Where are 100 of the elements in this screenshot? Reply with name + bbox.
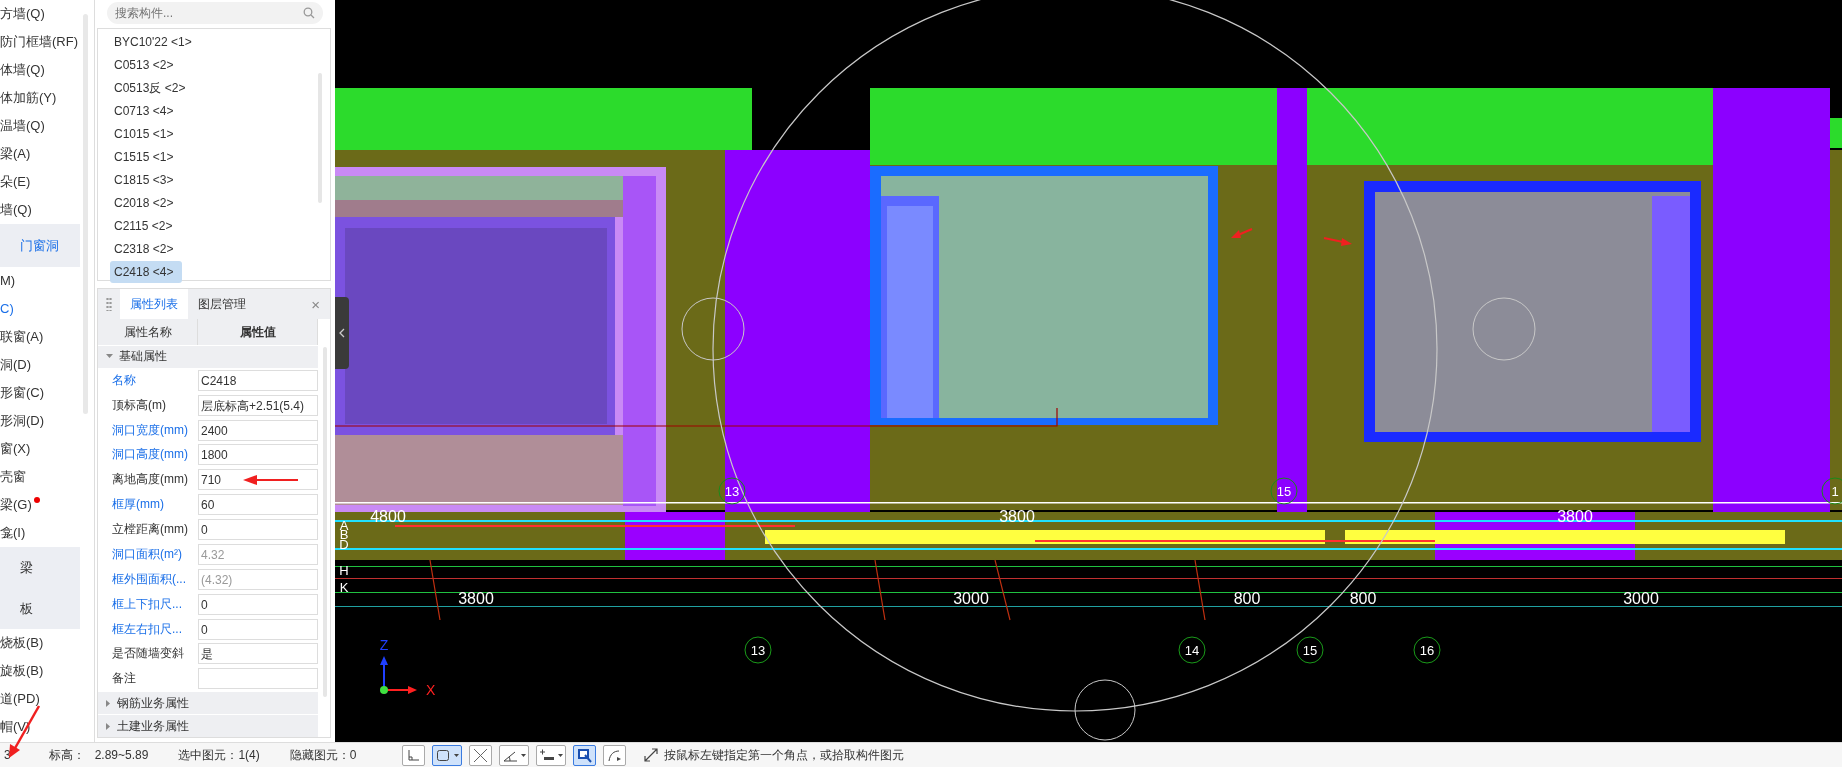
expanded-caret-icon[interactable] [106,354,113,360]
property-value-field[interactable]: 是 [198,643,318,665]
axis-bubble [744,636,772,664]
component-item[interactable]: C0713 <4> [110,100,182,122]
property-name: 是否随墙变斜 [111,645,185,663]
search-icon[interactable] [303,7,315,19]
hidden-count: 隐藏图元：0 [289,746,357,764]
toolbar-button[interactable] [536,744,567,766]
sidebar-item[interactable]: 龛(I) [0,519,26,547]
property-value-field[interactable]: 2400 [198,419,318,441]
caret-icon [558,753,564,757]
property-name: 立樘距离(mm) [111,521,189,539]
axis-label: 1 [1831,484,1839,499]
component-item[interactable]: C1015 <1> [110,123,182,145]
elevation-label: 标高： [48,746,85,764]
category-header[interactable]: 板 [0,588,80,629]
property-value-field[interactable]: 0 [198,618,318,640]
section-header[interactable]: 钢筋业务属性 [98,692,318,715]
property-name: 洞口宽度(mm) [111,421,189,439]
component-item[interactable]: BYC10'22 <1> [110,31,196,53]
sidebar-item[interactable]: M) [0,267,16,295]
axis-label: K [339,580,349,595]
column-header: 属性值 [198,319,318,345]
sidebar-item[interactable]: 梁(A) [0,140,31,168]
section-header[interactable]: 基础属性 [98,346,318,368]
toolbar-button[interactable] [432,744,463,766]
layer-number: 3 [4,748,11,762]
component-item[interactable]: C0513反 <2> [110,77,190,99]
arrow-annotation [243,474,299,487]
property-value-field[interactable]: 60 [198,494,318,516]
drag-handle-icon[interactable] [106,297,112,311]
caret-icon [454,753,460,757]
panel-tab[interactable]: 图层管理 [188,289,256,319]
arrow-annotation [1323,237,1352,246]
sidebar-item[interactable]: 旋板(B) [0,657,44,685]
property-name: 框左右扣尺... [111,620,183,638]
column-header: 属性名称 [98,319,198,345]
axis-gizmo-drawing [380,656,417,694]
property-value-field[interactable]: 1800 [198,444,318,466]
sidebar-item[interactable]: 形窗(C) [0,379,45,407]
property-value-field[interactable] [198,668,318,690]
axis-label: 15 [1302,643,1318,658]
component-item[interactable]: C2318 <2> [110,238,182,260]
sidebar-item[interactable]: 体加筋(Y) [0,84,57,112]
component-item[interactable]: C1815 <3> [110,169,182,191]
toolbar-button[interactable] [499,744,530,766]
property-value-field[interactable]: 0 [198,519,318,541]
sidebar-item[interactable]: 联窗(A) [0,323,44,351]
property-name: 框厚(mm) [111,496,165,514]
beam-band [1830,118,1842,148]
property-value-field[interactable]: C2418 [198,369,318,391]
toolbar-button[interactable] [603,744,627,766]
collapsed-caret-icon[interactable] [106,722,111,730]
property-value-field[interactable]: 层底标高+2.51(5.4) [198,394,318,416]
axis-label: H [339,563,349,578]
sidebar-item[interactable]: 朵(E) [0,168,31,196]
sidebar-item[interactable]: 方墙(Q) [0,0,45,28]
sidebar-item[interactable]: 窗(X) [0,435,31,463]
sidebar-item[interactable]: 洞(D) [0,351,32,379]
collapsed-caret-icon[interactable] [106,699,111,707]
toolbar-button[interactable] [573,744,597,766]
category-header[interactable]: 梁 [0,547,80,588]
axis-label: 16 [1419,643,1435,658]
expand-icon [644,748,659,762]
axis-bubble [1270,477,1298,505]
sidebar-item[interactable]: 体墙(Q) [0,56,45,84]
snap-circle [1472,297,1536,361]
component-item[interactable]: C2018 <2> [110,192,182,214]
component-item[interactable]: C1515 <1> [110,146,182,168]
axis-bubble [718,477,746,505]
sidebar-item[interactable]: 道(PD) [0,685,40,713]
sidebar-item[interactable]: 防门框墙(RF) [0,28,78,56]
component-item[interactable]: C0513 <2> [110,54,182,76]
panel-tab[interactable]: 属性列表 [120,289,188,319]
component-item[interactable]: C2418 <4> [110,261,182,283]
search-field[interactable]: 搜索构件... [107,2,323,24]
sidebar-item[interactable]: C) [0,295,14,323]
collapse-handle[interactable] [335,297,349,369]
toolbar-button[interactable] [469,744,493,766]
sidebar-item[interactable]: 梁(G) [0,491,32,519]
dimension-label: 3800 [458,590,494,607]
property-name: 洞口面积(m²) [111,545,183,563]
sidebar-item[interactable]: 温墙(Q) [0,112,45,140]
category-header[interactable]: 门窗洞 [0,224,80,267]
property-value-field[interactable]: 710 [198,469,318,491]
property-name: 顶标高(m) [111,396,167,414]
elevation-value: 2.89~5.89 [94,748,149,762]
sidebar-item[interactable]: 壳窗 [0,463,26,491]
property-name: 洞口高度(mm) [111,446,189,464]
arrow-annotation [1231,228,1253,238]
property-name: 名称 [111,371,137,389]
sidebar-item[interactable]: 墙(Q) [0,196,32,224]
sidebar-item[interactable]: 烧板(B) [0,629,44,657]
sidebar-item[interactable]: 形洞(D) [0,407,45,435]
component-item[interactable]: C2115 <2> [110,215,182,237]
property-name: 备注 [111,670,137,688]
property-value-field[interactable]: 0 [198,593,318,615]
property-name: 框上下扣尺... [111,595,183,613]
section-header[interactable]: 土建业务属性 [98,715,318,737]
property-name: 离地高度(mm) [111,471,189,489]
